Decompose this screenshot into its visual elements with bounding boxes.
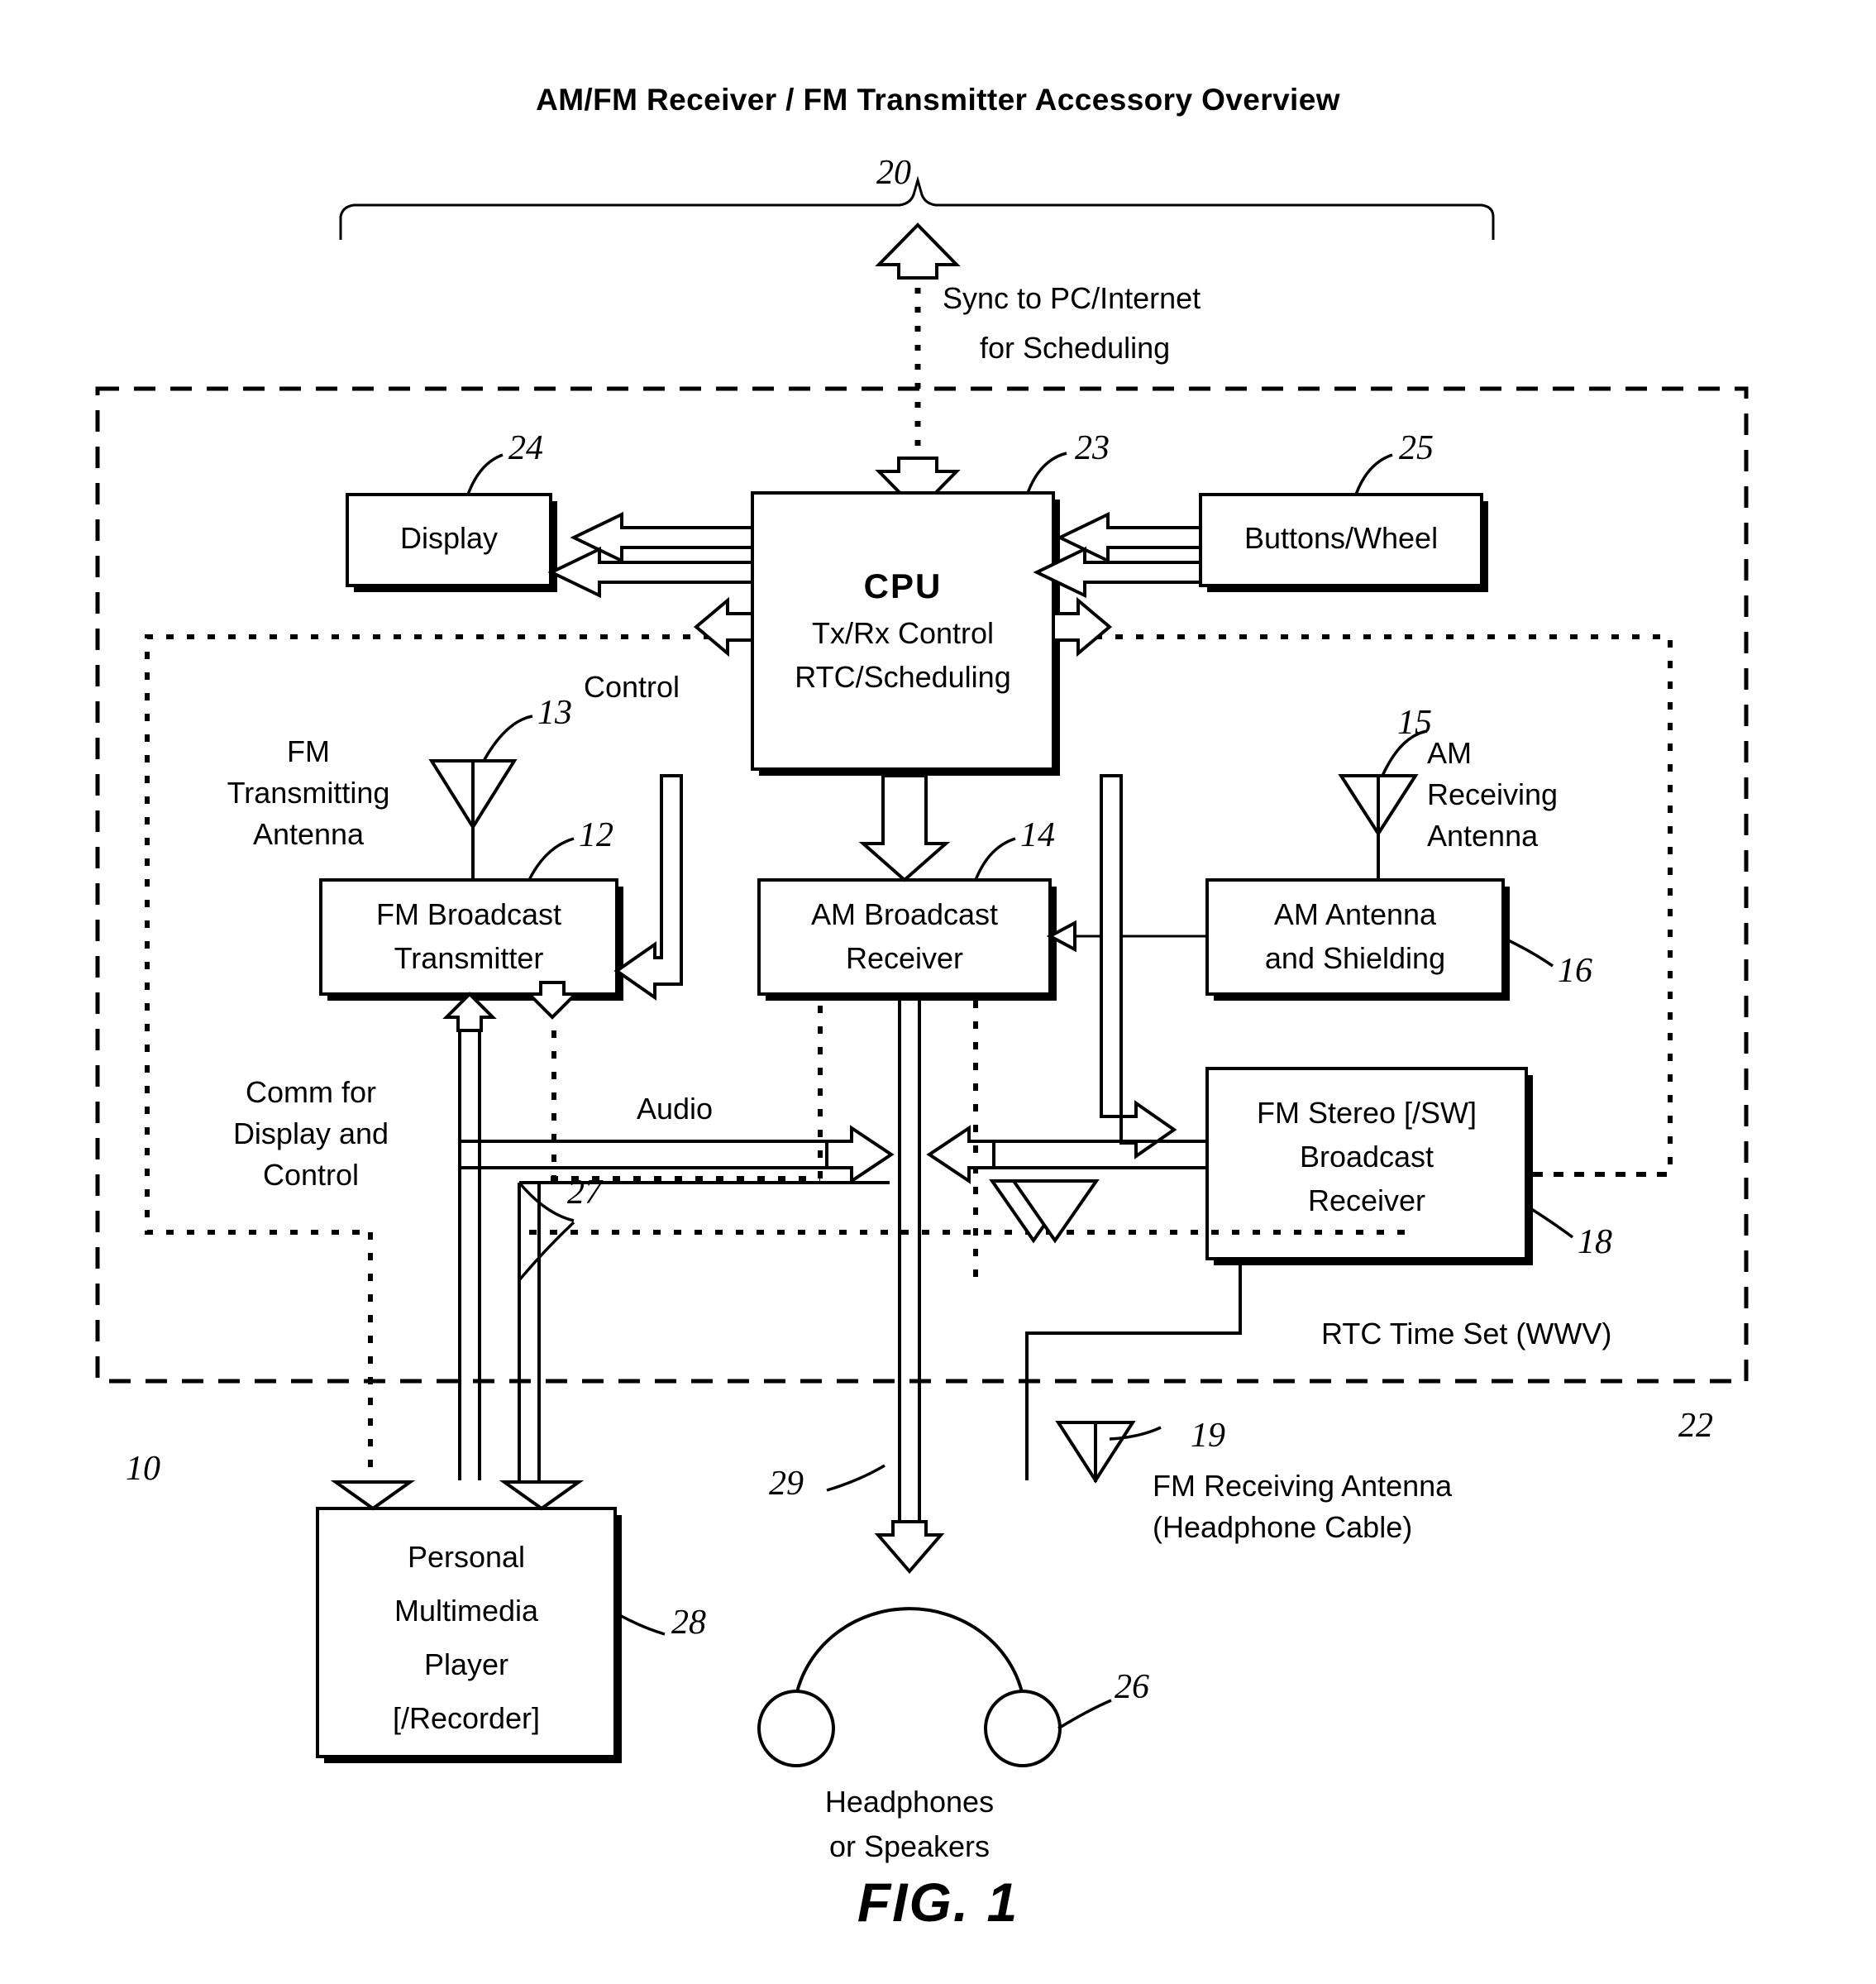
player-line3: Player — [423, 1647, 509, 1681]
fm-tx-antenna-line2: Transmitting — [227, 776, 390, 810]
ref-13: 13 — [537, 694, 572, 732]
ref-19: 19 — [1191, 1417, 1225, 1455]
fm-tx-antenna-line3: Antenna — [252, 817, 365, 851]
fm-stereo-line3: Receiver — [1307, 1183, 1426, 1217]
headphones-line2: or Speakers — [828, 1829, 991, 1863]
ref-16: 16 — [1558, 952, 1592, 990]
fm-rx-antenna-line1: FM Receiving Antenna — [1153, 1469, 1453, 1503]
fm-stereo-line1: FM Stereo [/SW] — [1256, 1096, 1477, 1130]
headphones-line1: Headphones — [824, 1785, 995, 1819]
am-receiver-line2: Receiver — [845, 941, 964, 975]
fm-tx-antenna-line1: FM — [287, 734, 330, 768]
fm-stereo-line2: Broadcast — [1299, 1140, 1434, 1174]
buttons-wheel-label: Buttons/Wheel — [1244, 521, 1439, 555]
ref-14: 14 — [1020, 816, 1055, 854]
ref-18: 18 — [1578, 1223, 1612, 1261]
ref-24: 24 — [508, 429, 543, 467]
ref-20: 20 — [876, 154, 911, 192]
cpu-line3: RTC/Scheduling — [795, 660, 1011, 694]
cpu-line2: Tx/Rx Control — [811, 616, 995, 650]
ref-15: 15 — [1397, 704, 1432, 742]
page-title: AM/FM Receiver / FM Transmitter Accessor… — [536, 83, 1340, 117]
figure-caption: FIG. 1 — [857, 1872, 1019, 1933]
ref-28: 28 — [671, 1604, 706, 1642]
control-label: Control — [584, 670, 680, 704]
comm-line3: Control — [262, 1158, 360, 1192]
ref-10: 10 — [126, 1450, 160, 1488]
ref-12: 12 — [579, 816, 613, 854]
ref-22: 22 — [1678, 1407, 1713, 1445]
ref-27: 27 — [567, 1174, 602, 1212]
ref-29: 29 — [769, 1465, 804, 1503]
sync-label-line1: Sync to PC/Internet — [943, 281, 1201, 315]
am-rx-antenna-line2: Receiving — [1427, 777, 1559, 811]
player-line2: Multimedia — [394, 1594, 539, 1628]
am-rx-antenna-line1: AM — [1427, 736, 1472, 770]
sync-label-line2: for Scheduling — [980, 331, 1171, 365]
am-shield-line2: and Shielding — [1264, 941, 1446, 975]
fm-transmitter-line2: Transmitter — [394, 941, 544, 975]
player-line4: [/Recorder] — [392, 1701, 541, 1735]
ref-23: 23 — [1075, 429, 1110, 467]
comm-line1: Comm for — [245, 1075, 376, 1109]
fm-rx-antenna-line2: (Headphone Cable) — [1153, 1510, 1413, 1544]
ref-25: 25 — [1399, 429, 1434, 467]
am-rx-antenna-line3: Antenna — [1427, 819, 1539, 853]
comm-line2: Display and — [232, 1116, 389, 1150]
cpu-title: CPU — [863, 567, 943, 605]
am-receiver-line1: AM Broadcast — [810, 897, 999, 931]
ref-26: 26 — [1115, 1668, 1149, 1706]
display-label: Display — [399, 521, 499, 555]
rtc-time-set-label: RTC Time Set (WWV) — [1321, 1317, 1612, 1351]
am-shield-line1: AM Antenna — [1273, 897, 1437, 931]
fm-transmitter-line1: FM Broadcast — [375, 897, 562, 931]
audio-label: Audio — [637, 1092, 714, 1126]
player-line1: Personal — [407, 1540, 526, 1574]
figure-canvas: AM/FM Receiver / FM Transmitter Accessor… — [0, 0, 1876, 1984]
